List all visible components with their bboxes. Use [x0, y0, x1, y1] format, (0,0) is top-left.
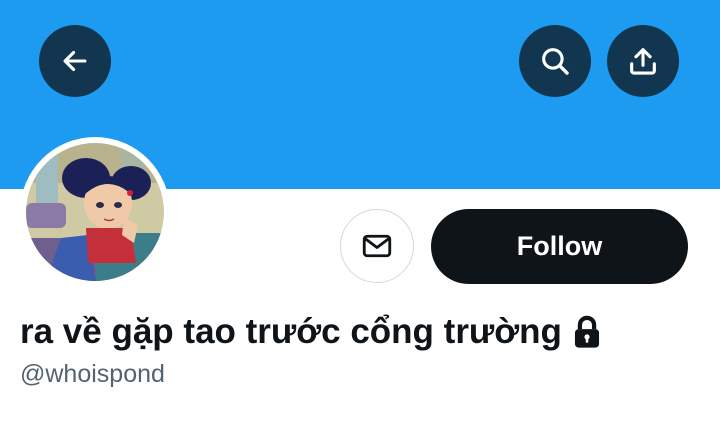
lock-icon [570, 313, 604, 351]
follow-button-label: Follow [516, 231, 603, 261]
arrow-left-icon [63, 50, 87, 72]
avatar[interactable] [26, 143, 164, 281]
envelope-icon [362, 234, 392, 258]
search-button[interactable] [519, 25, 591, 97]
back-button[interactable] [39, 25, 111, 97]
cartoon-girl-avatar [26, 143, 164, 281]
display-name: ra về gặp tao trước cổng trường [20, 312, 562, 351]
message-button[interactable] [340, 209, 414, 283]
follow-button[interactable]: Follow [431, 209, 688, 284]
share-upload-icon [630, 48, 656, 75]
share-button[interactable] [607, 25, 679, 97]
avatar-frame[interactable] [20, 137, 170, 287]
user-handle: @whoispond [20, 360, 165, 388]
display-name-row: ra về gặp tao trước cổng trường [20, 307, 604, 357]
search-icon [542, 48, 569, 75]
